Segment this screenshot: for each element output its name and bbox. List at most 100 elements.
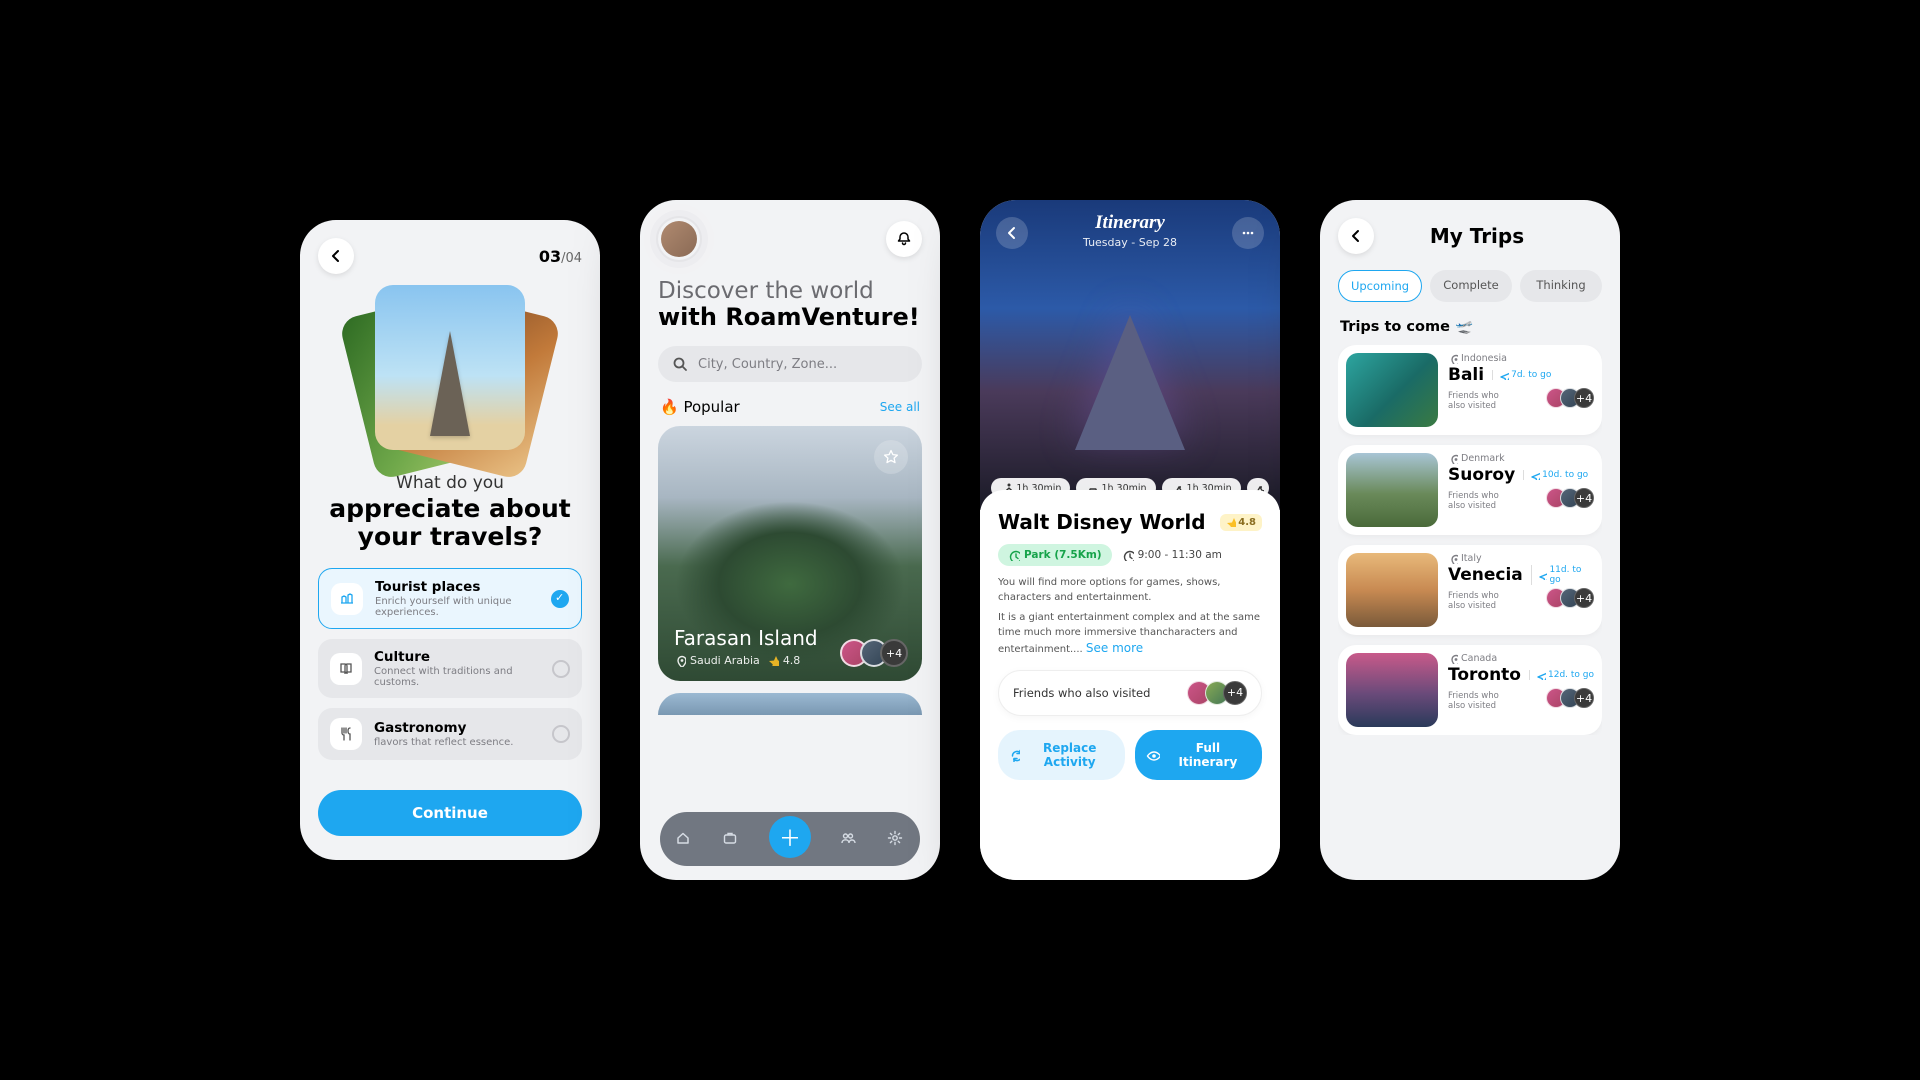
see-more-link[interactable]: See more bbox=[1086, 641, 1143, 655]
radio-selected bbox=[551, 590, 569, 608]
tab-complete[interactable]: Complete bbox=[1430, 270, 1512, 302]
place-title: Walt Disney World bbox=[998, 510, 1206, 534]
description-2: It is a giant entertainment complex and … bbox=[998, 611, 1262, 658]
search-icon bbox=[672, 356, 688, 372]
plane-icon bbox=[1499, 370, 1509, 380]
trip-friends-avatars: +4 bbox=[1552, 488, 1594, 508]
continue-button[interactable]: Continue bbox=[318, 790, 582, 836]
trip-friends-label: Friends who also visited bbox=[1448, 491, 1499, 511]
option-culture[interactable]: CultureConnect with traditions and custo… bbox=[318, 639, 582, 698]
book-icon bbox=[330, 653, 362, 685]
tab-thinking[interactable]: Thinking bbox=[1520, 270, 1602, 302]
pagination: 03/04 bbox=[539, 247, 582, 266]
back-button[interactable] bbox=[1338, 218, 1374, 254]
favorite-button[interactable] bbox=[874, 440, 908, 474]
pin-icon bbox=[674, 655, 686, 667]
radio-unselected bbox=[552, 725, 570, 743]
trip-city: Bali bbox=[1448, 365, 1484, 385]
itinerary-title: Itinerary bbox=[1083, 212, 1177, 234]
search-input[interactable]: City, Country, Zone... bbox=[658, 346, 922, 382]
trip-card[interactable]: Canada Toronto 12d. to go Friends who al… bbox=[1338, 645, 1602, 735]
page-title: My Trips bbox=[1388, 224, 1602, 248]
tab-trips[interactable] bbox=[722, 830, 740, 848]
profile-avatar[interactable] bbox=[658, 218, 700, 260]
rating-badge: 4.8 bbox=[1220, 514, 1262, 531]
onboarding-title: What do you appreciate aboutyour travels… bbox=[318, 473, 582, 550]
trip-country: Italy bbox=[1448, 553, 1594, 564]
next-card-peek[interactable] bbox=[658, 693, 922, 715]
trip-friends-avatars: +4 bbox=[1552, 388, 1594, 408]
trip-country: Canada bbox=[1448, 653, 1594, 664]
back-button[interactable] bbox=[318, 238, 354, 274]
tab-home[interactable] bbox=[675, 830, 693, 848]
trip-thumb bbox=[1346, 653, 1438, 727]
screen-mytrips: My Trips Upcoming Complete Thinking Trip… bbox=[1320, 200, 1620, 880]
plane-icon bbox=[1536, 670, 1546, 680]
trip-thumb bbox=[1346, 353, 1438, 427]
more-button[interactable] bbox=[1232, 217, 1264, 249]
see-all-link[interactable]: See all bbox=[880, 400, 920, 414]
trip-togo: 10d. to go bbox=[1523, 470, 1588, 480]
replace-activity-button[interactable]: Replace Activity bbox=[998, 730, 1125, 780]
landmark-icon bbox=[331, 583, 363, 615]
users-icon bbox=[840, 830, 858, 848]
trip-friends-avatars: +4 bbox=[1552, 588, 1594, 608]
trip-togo: 11d. to go bbox=[1531, 565, 1594, 585]
back-button[interactable] bbox=[996, 217, 1028, 249]
eye-icon bbox=[1146, 748, 1160, 762]
fork-icon bbox=[330, 718, 362, 750]
notifications-button[interactable] bbox=[886, 221, 922, 257]
tab-upcoming[interactable]: Upcoming bbox=[1338, 270, 1422, 302]
plane-icon bbox=[1530, 470, 1540, 480]
itinerary-date: Tuesday - Sep 28 bbox=[1083, 236, 1177, 249]
refresh-icon bbox=[1009, 748, 1020, 762]
discover-heading: Discover the world with RoamVenture! bbox=[658, 278, 922, 332]
trip-card[interactable]: Denmark Suoroy 10d. to go Friends who al… bbox=[1338, 445, 1602, 535]
popular-card[interactable]: Farasan Island Saudi Arabia 4.8 +4 bbox=[658, 426, 922, 681]
park-chip: Park (7.5Km) bbox=[998, 544, 1112, 566]
chevron-left-icon bbox=[328, 248, 344, 264]
trip-friends-label: Friends who also visited bbox=[1448, 591, 1499, 611]
tab-add[interactable]: ＋ bbox=[769, 816, 811, 858]
clock-icon bbox=[1122, 549, 1134, 561]
screen-itinerary: Itinerary Tuesday - Sep 28 1h 30min 1h 3… bbox=[980, 200, 1280, 880]
trip-city: Suoroy bbox=[1448, 465, 1515, 485]
tab-social[interactable] bbox=[840, 830, 858, 848]
trip-country: Denmark bbox=[1448, 453, 1594, 464]
plane-icon bbox=[1538, 570, 1548, 580]
option-gastronomy[interactable]: Gastronomyflavors that reflect essence. bbox=[318, 708, 582, 760]
description-1: You will find more options for games, sh… bbox=[998, 576, 1262, 605]
trip-card[interactable]: Italy Venecia 11d. to go Friends who als… bbox=[1338, 545, 1602, 635]
clock-icon bbox=[1008, 549, 1020, 561]
chevron-left-icon bbox=[1004, 225, 1020, 241]
tabbar: ＋ bbox=[660, 812, 920, 866]
trip-city: Venecia bbox=[1448, 565, 1523, 585]
bell-icon bbox=[896, 231, 912, 247]
pin-icon bbox=[1448, 654, 1458, 664]
itinerary-hero: Itinerary Tuesday - Sep 28 1h 30min 1h 3… bbox=[980, 200, 1280, 510]
trip-togo: 12d. to go bbox=[1529, 670, 1594, 680]
trip-thumb bbox=[1346, 453, 1438, 527]
friends-card[interactable]: Friends who also visited +4 bbox=[998, 670, 1262, 716]
star-icon bbox=[1226, 517, 1236, 527]
dots-icon bbox=[1240, 225, 1256, 241]
trip-card[interactable]: Indonesia Bali 7d. to go Friends who als… bbox=[1338, 345, 1602, 435]
section-label: Trips to come 🛫 bbox=[1340, 318, 1600, 335]
trip-togo: 7d. to go bbox=[1492, 370, 1551, 380]
chevron-left-icon bbox=[1348, 228, 1364, 244]
option-tourist[interactable]: Tourist placesEnrich yourself with uniqu… bbox=[318, 568, 582, 629]
trip-thumb bbox=[1346, 553, 1438, 627]
trip-friends-label: Friends who also visited bbox=[1448, 391, 1499, 411]
trip-city: Toronto bbox=[1448, 665, 1521, 685]
star-icon bbox=[768, 655, 779, 666]
tab-settings[interactable] bbox=[887, 830, 905, 848]
radio-unselected bbox=[552, 660, 570, 678]
trip-friends-label: Friends who also visited bbox=[1448, 691, 1499, 711]
home-icon bbox=[675, 830, 693, 848]
pin-icon bbox=[1448, 454, 1458, 464]
popular-label: 🔥 Popular bbox=[660, 398, 740, 416]
trip-country: Indonesia bbox=[1448, 353, 1594, 364]
full-itinerary-button[interactable]: Full Itinerary bbox=[1135, 730, 1262, 780]
star-outline-icon bbox=[883, 449, 899, 465]
briefcase-icon bbox=[722, 830, 740, 848]
